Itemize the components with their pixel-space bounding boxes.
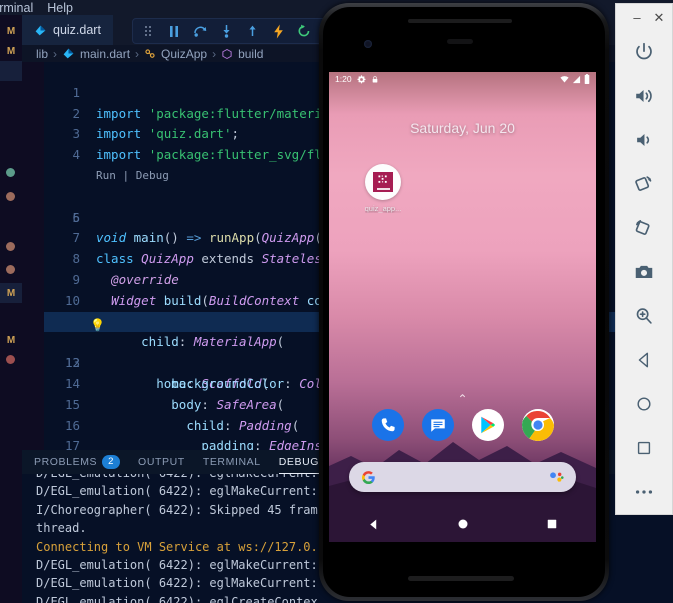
screenshot-button[interactable] [615,250,673,294]
messages-app-icon[interactable] [421,409,454,441]
tab-terminal[interactable]: TERMINAL [203,450,261,474]
play-store-app-icon[interactable] [471,409,504,441]
android-nav-bar [329,506,596,542]
overview-button[interactable] [615,426,673,470]
chrome-glyph [521,409,554,441]
emulator-toolbar: – ✕ [615,3,673,515]
tab-label: PROBLEMS [34,456,98,468]
device-bottom-speaker [408,576,514,581]
volume-down-button[interactable] [615,118,673,162]
gear-icon [357,74,366,83]
menu-item-terminal[interactable]: Terminal [0,1,33,15]
quiz-glyph-svg [377,174,387,183]
signal-icon [572,75,581,83]
step-into-icon[interactable] [218,23,234,39]
tab-label: OUTPUT [138,456,185,468]
breadcrumb-item-main-dart[interactable]: main.dart [80,47,130,61]
step-over-icon[interactable] [192,23,208,39]
pause-icon[interactable] [166,23,182,39]
android-emulator-window: – ✕ 1:20 Saturday, Jun 20 quiz_app... ⌃ [319,0,673,603]
explorer-modified-marker: M [6,334,16,346]
device-earpiece [447,39,473,44]
device-screen[interactable]: 1:20 Saturday, Jun 20 quiz_app... ⌃ [329,72,596,542]
home-app-quiz[interactable]: quiz_app... [355,164,411,213]
menu-item-help[interactable]: Help [47,1,73,15]
chrome-app-icon[interactable] [521,409,554,441]
lock-icon [372,75,377,82]
breadcrumb-item-quizapp[interactable]: QuizApp [161,47,207,61]
breadcrumb-item-build[interactable]: build [238,47,263,61]
home-screen-date: Saturday, Jun 20 [410,120,515,136]
breadcrumb-separator: › [135,46,140,61]
screen-root: Terminal Help M M M M quiz.dart [0,0,673,603]
breadcrumb-separator: › [212,46,217,61]
phone-app-icon[interactable] [371,409,404,441]
close-button[interactable]: ✕ [653,11,665,24]
android-status-bar: 1:20 [329,72,596,86]
quiz-app-glyph [373,172,393,192]
explorer-status-dot [6,192,15,201]
home-app-label: quiz_app... [364,204,402,213]
zoom-button[interactable] [615,294,673,338]
rotate-right-button[interactable] [615,206,673,250]
restart-icon[interactable] [296,23,312,39]
explorer-status-dot [6,168,15,177]
editor-gutter-strip [22,62,44,450]
tab-problems[interactable]: PROBLEMS 2 [34,450,121,474]
battery-icon [584,74,590,84]
quiz-app-icon[interactable] [365,164,401,200]
home-button[interactable] [615,382,673,426]
breadcrumb-separator: › [53,46,58,61]
app-drawer-handle-icon[interactable]: ⌃ [457,392,467,406]
drag-handle-icon[interactable] [140,23,156,39]
explorer-modified-marker: M [6,25,16,37]
explorer-status-dot [6,355,15,364]
volume-up-button[interactable] [615,74,673,118]
back-button[interactable] [615,338,673,382]
hot-reload-icon[interactable] [270,23,286,39]
dart-file-icon [63,48,74,59]
rotate-left-button[interactable] [615,162,673,206]
emulator-window-controls: – ✕ [615,4,673,30]
method-symbol-icon [222,48,232,59]
tab-output[interactable]: OUTPUT [138,450,185,474]
breadcrumb-item-lib[interactable]: lib [36,47,48,61]
home-dock [329,409,596,441]
dart-file-icon [35,25,46,35]
power-button[interactable] [615,30,673,74]
tab-quiz-dart[interactable]: quiz.dart [22,15,113,45]
tab-label: quiz.dart [53,23,101,37]
device-speaker-grille [408,19,512,23]
emulator-device-frame: 1:20 Saturday, Jun 20 quiz_app... ⌃ [319,3,609,601]
step-out-icon[interactable] [244,23,260,39]
explorer-status-dot [6,242,15,251]
tab-label: TERMINAL [202,456,261,468]
status-bar-right-icons [560,74,590,84]
google-search-bar[interactable] [349,462,576,492]
more-button[interactable] [615,470,673,514]
nav-home-icon[interactable] [457,518,469,530]
explorer-selected-row[interactable] [0,61,22,81]
explorer-strip: M M M M [0,15,22,603]
minimize-button[interactable]: – [631,11,643,24]
problems-count-badge: 2 [102,455,121,469]
explorer-status-dot [6,265,15,274]
class-symbol-icon [145,48,155,58]
nav-back-icon[interactable] [367,518,380,531]
explorer-modified-marker: M [0,283,22,303]
google-g-icon [362,470,375,484]
explorer-modified-marker: M [6,45,16,57]
status-bar-time: 1:20 [335,74,352,84]
nav-recents-icon[interactable] [546,518,558,530]
wifi-icon [560,75,569,82]
assistant-icon[interactable] [549,471,564,483]
device-camera-icon [364,40,372,48]
